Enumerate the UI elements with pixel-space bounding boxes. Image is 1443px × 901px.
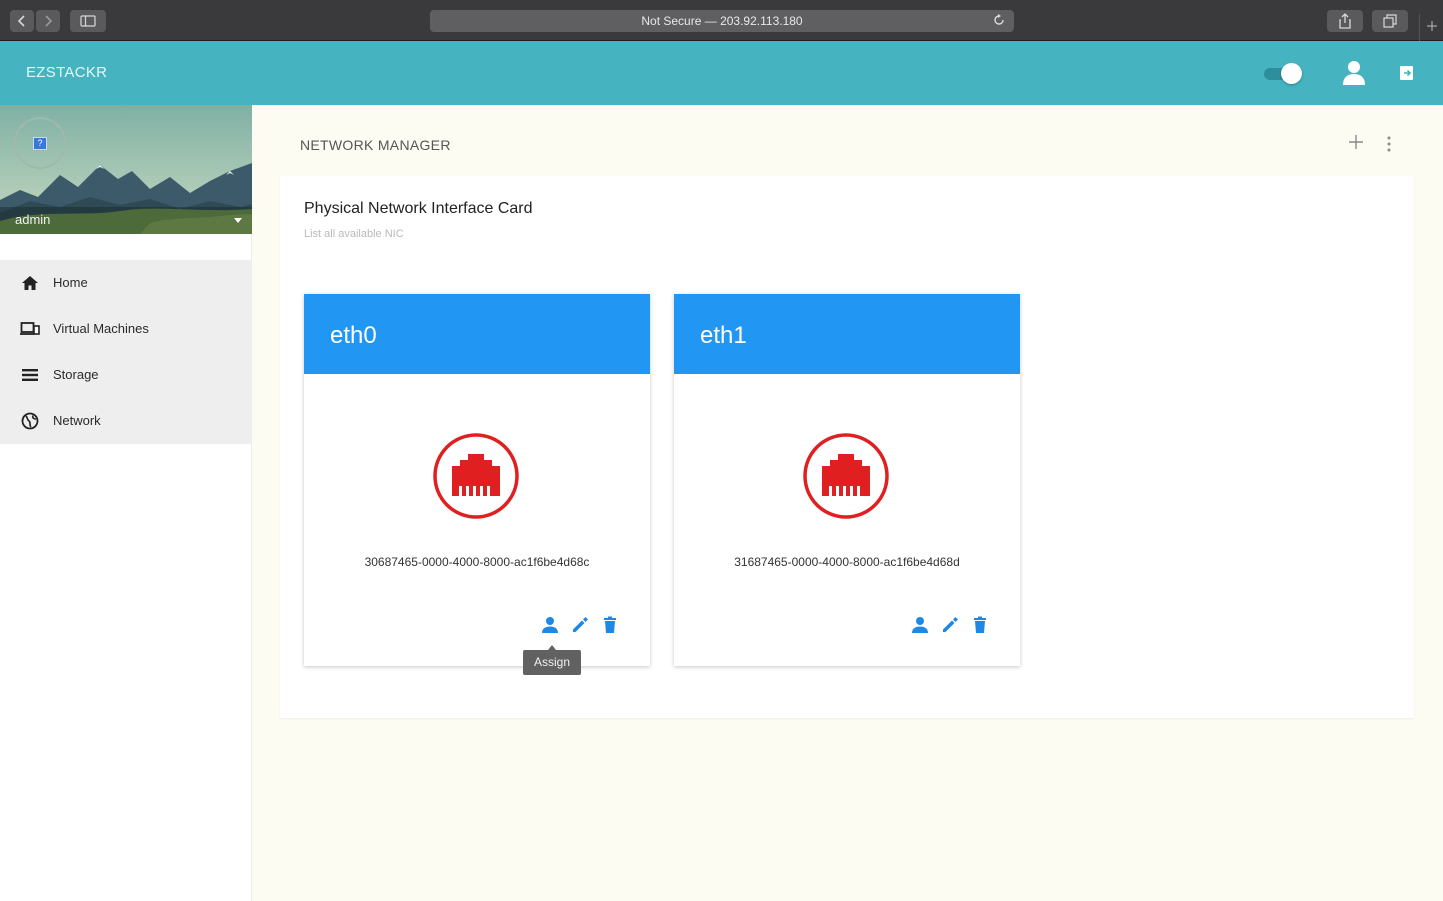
sidebar-item-label: Home <box>53 275 88 290</box>
profile-banner: ? admin <box>0 105 252 234</box>
trash-icon <box>604 616 616 633</box>
theme-toggle[interactable] <box>1262 63 1302 84</box>
assign-tooltip: Assign <box>523 645 581 675</box>
help-icon: ? <box>33 136 47 150</box>
app-header: EZSTACKR <box>0 41 1443 105</box>
share-button[interactable] <box>1327 10 1363 32</box>
panel-subtitle: List all available NIC <box>304 228 404 240</box>
card-header: eth1 <box>674 294 1020 374</box>
ethernet-port-icon <box>433 433 519 519</box>
card-actions <box>540 614 620 636</box>
sidebar-nav: Home Virtual Machines Storage Network <box>0 260 252 444</box>
user-name: admin <box>15 212 51 227</box>
more-vert-icon[interactable] <box>1381 135 1397 153</box>
brand-title[interactable]: EZSTACKR <box>26 64 107 81</box>
card-title: eth1 <box>700 322 747 349</box>
avatar[interactable]: ? <box>14 117 66 169</box>
caret-down-icon <box>234 218 242 223</box>
page-title: NETWORK MANAGER <box>300 137 451 153</box>
plus-icon <box>1349 135 1363 149</box>
card-title: eth0 <box>330 322 377 349</box>
card-header: eth0 <box>304 294 650 374</box>
tabs-button[interactable] <box>1372 10 1408 32</box>
ethernet-port-icon <box>803 433 889 519</box>
add-button[interactable] <box>1346 133 1366 153</box>
sidebar-item-network[interactable]: Network <box>0 398 252 444</box>
edit-button[interactable] <box>940 614 960 636</box>
chevron-right-icon <box>45 15 53 27</box>
sidebar-item-label: Virtual Machines <box>53 321 149 336</box>
address-text: Not Secure — 203.92.113.180 <box>641 14 803 28</box>
nic-uuid: 30687465-0000-4000-8000-ac1f6be4d68c <box>364 555 590 569</box>
sidebar-item-virtual-machines[interactable]: Virtual Machines <box>0 306 252 352</box>
edit-button[interactable] <box>570 614 590 636</box>
reload-icon[interactable] <box>992 13 1006 27</box>
trash-icon <box>974 616 986 633</box>
sidebar-item-label: Network <box>53 413 101 428</box>
forward-button[interactable] <box>36 10 60 32</box>
tabs-icon <box>1383 14 1397 28</box>
new-tab-button[interactable] <box>1419 14 1443 41</box>
account-icon[interactable] <box>1342 60 1366 86</box>
assign-button[interactable] <box>910 614 930 636</box>
address-bar[interactable]: Not Secure — 203.92.113.180 <box>430 10 1014 32</box>
plus-icon <box>1426 21 1437 31</box>
delete-button[interactable] <box>970 614 990 636</box>
delete-button[interactable] <box>600 614 620 636</box>
pencil-icon <box>573 617 588 632</box>
globe-icon <box>21 412 39 430</box>
sidebar-toggle-button[interactable] <box>70 10 106 32</box>
share-icon <box>1339 13 1351 29</box>
user-menu[interactable]: admin <box>0 207 252 234</box>
browser-toolbar: Not Secure — 203.92.113.180 <box>0 0 1443 41</box>
card-actions <box>910 614 990 636</box>
home-icon <box>22 276 38 290</box>
list-icon <box>22 369 38 381</box>
sidebar-icon <box>80 15 96 27</box>
nic-card-eth0: eth0 30687465-0000-4000-8000-ac1f6be4d68… <box>304 294 650 666</box>
sidebar-item-home[interactable]: Home <box>0 260 252 306</box>
assign-button[interactable] <box>540 614 560 636</box>
person-icon <box>542 617 558 633</box>
nic-panel: Physical Network Interface Card List all… <box>280 176 1414 718</box>
back-button[interactable] <box>10 10 34 32</box>
sidebar: ? admin Home Virtual Machines Storage Ne… <box>0 105 252 901</box>
nic-card-eth1: eth1 31687465-0000-4000-8000-ac1f6be4d68… <box>674 294 1020 666</box>
person-icon <box>912 617 928 633</box>
nic-uuid: 31687465-0000-4000-8000-ac1f6be4d68d <box>734 555 960 569</box>
toggle-knob <box>1281 63 1302 84</box>
sidebar-item-label: Storage <box>53 367 99 382</box>
logout-icon[interactable] <box>1399 65 1415 81</box>
pencil-icon <box>943 617 958 632</box>
devices-icon <box>20 322 40 335</box>
sidebar-item-storage[interactable]: Storage <box>0 352 252 398</box>
panel-title: Physical Network Interface Card <box>304 200 533 217</box>
chevron-left-icon <box>17 15 25 27</box>
